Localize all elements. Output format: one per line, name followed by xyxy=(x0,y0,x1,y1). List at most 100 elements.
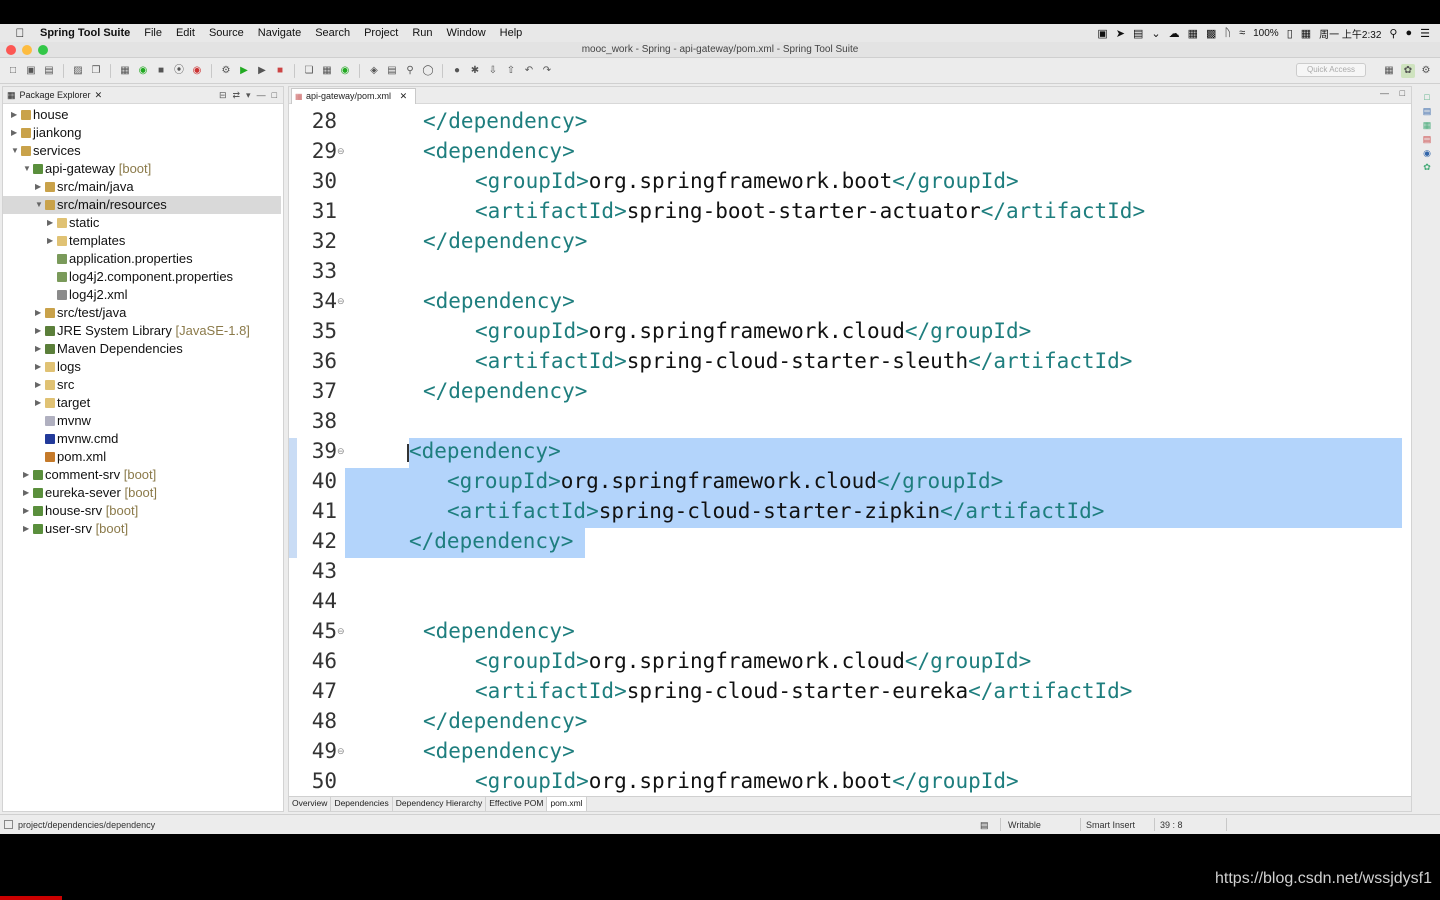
tree-item[interactable]: ▶ static xyxy=(3,214,281,232)
console-icon[interactable]: ▤ xyxy=(1422,106,1432,116)
tree-item[interactable]: log4j2.xml xyxy=(3,286,281,304)
bluetooth-icon[interactable]: ᚢ xyxy=(1224,27,1231,39)
open-folder-icon[interactable]: ▤ xyxy=(385,64,399,78)
tree-item[interactable]: ▶ eureka-sever [boot] xyxy=(3,484,281,502)
pom-page-tab[interactable]: Overview xyxy=(289,797,332,811)
tree-item[interactable]: ▶ src/test/java xyxy=(3,304,281,322)
tree-item[interactable]: ▶ templates xyxy=(3,232,281,250)
run-icon[interactable]: ▶ xyxy=(237,64,251,78)
save-all-icon[interactable]: ▤ xyxy=(42,64,56,78)
collapse-all-icon[interactable]: ⊟ xyxy=(219,90,227,101)
tree-item[interactable]: pom.xml xyxy=(3,448,281,466)
collapsed-arrow-icon[interactable]: ▶ xyxy=(23,484,31,502)
collapsed-arrow-icon[interactable]: ▶ xyxy=(35,322,43,340)
tree-item[interactable]: ▶ JRE System Library [JavaSE-1.8] xyxy=(3,322,281,340)
collapsed-arrow-icon[interactable]: ▶ xyxy=(47,232,55,250)
tree-item[interactable]: ▶ user-srv [boot] xyxy=(3,520,281,538)
print-icon[interactable]: ▨ xyxy=(71,64,85,78)
debug-icon[interactable]: ⚙ xyxy=(219,64,233,78)
tree-item[interactable]: ▶ house xyxy=(3,106,281,124)
pom-page-tab[interactable]: Effective POM xyxy=(486,797,548,811)
input-method-icon[interactable]: ▦ xyxy=(1301,27,1311,40)
fold-toggle-icon[interactable]: ⊖ xyxy=(337,286,347,316)
tree-item[interactable]: log4j2.component.properties xyxy=(3,268,281,286)
minimize-view-icon[interactable]: — xyxy=(257,90,266,101)
copy-icon[interactable]: ❐ xyxy=(89,64,103,78)
skip-breakpoints-icon[interactable]: ⦿ xyxy=(172,64,186,78)
menu-help[interactable]: Help xyxy=(493,27,530,39)
collapsed-arrow-icon[interactable]: ▶ xyxy=(47,214,55,232)
collapsed-arrow-icon[interactable]: ▶ xyxy=(35,376,43,394)
close-tab-icon[interactable]: ✕ xyxy=(400,91,408,101)
tree-item[interactable]: ▶ comment-srv [boot] xyxy=(3,466,281,484)
open-perspective-icon[interactable]: ▦ xyxy=(1382,64,1396,78)
grid-icon[interactable]: ▩ xyxy=(1206,27,1216,40)
spring-explorer-icon[interactable]: ✿ xyxy=(1422,162,1432,172)
open-type-icon[interactable]: ◈ xyxy=(367,64,381,78)
fold-toggle-icon[interactable]: ⊖ xyxy=(337,136,347,166)
collapsed-arrow-icon[interactable]: ▶ xyxy=(11,124,19,142)
stop-icon[interactable]: ■ xyxy=(273,64,287,78)
menubar-clock[interactable]: 周一 上午2:32 xyxy=(1319,26,1381,41)
problems-icon[interactable]: ▦ xyxy=(1422,120,1432,130)
search-icon[interactable]: ⚲ xyxy=(403,64,417,78)
collapsed-arrow-icon[interactable]: ▶ xyxy=(35,394,43,412)
tree-item[interactable]: ▶ src/main/java xyxy=(3,178,281,196)
link-with-editor-icon[interactable]: ⇄ xyxy=(232,90,240,101)
tree-item[interactable]: ▶ jiankong xyxy=(3,124,281,142)
globe-icon[interactable]: ● xyxy=(450,64,464,78)
chevron-icon[interactable]: ⌄ xyxy=(1151,27,1160,40)
run-external-icon[interactable]: ▶ xyxy=(255,64,269,78)
fold-toggle-icon[interactable]: ⊖ xyxy=(337,616,347,646)
quick-access-input[interactable]: Quick Access xyxy=(1296,63,1366,77)
fold-toggle-icon[interactable]: ⊖ xyxy=(337,736,347,766)
tree-item[interactable]: mvnw xyxy=(3,412,281,430)
windows-icon[interactable]: ▦ xyxy=(1188,27,1198,40)
pom-page-tab[interactable]: Dependencies xyxy=(331,797,393,811)
wifi-icon[interactable]: ≈ xyxy=(1239,27,1245,39)
menu-file[interactable]: File xyxy=(137,27,169,39)
menu-edit[interactable]: Edit xyxy=(169,27,202,39)
tree-item[interactable]: ▼ services xyxy=(3,142,281,160)
new-icon[interactable]: □ xyxy=(6,64,20,78)
spring-perspective-icon[interactable]: ✿ xyxy=(1401,64,1415,78)
tasks-icon[interactable]: ▤ xyxy=(1422,134,1432,144)
menu-run[interactable]: Run xyxy=(405,27,439,39)
menu-navigate[interactable]: Navigate xyxy=(251,27,308,39)
next-annotation-icon[interactable]: ⇩ xyxy=(486,64,500,78)
link-icon[interactable]: ◯ xyxy=(421,64,435,78)
minimize-editor-icon[interactable]: — xyxy=(1380,88,1389,98)
collapsed-arrow-icon[interactable]: ▶ xyxy=(23,502,31,520)
menu-project[interactable]: Project xyxy=(357,27,405,39)
collapsed-arrow-icon[interactable]: ▶ xyxy=(23,520,31,538)
tree-item[interactable]: ▼ api-gateway [boot] xyxy=(3,160,281,178)
collapsed-arrow-icon[interactable]: ▶ xyxy=(23,466,31,484)
tree-item[interactable]: ▼ src/main/resources xyxy=(3,196,281,214)
battery-icon[interactable]: ▯ xyxy=(1287,27,1293,40)
expanded-arrow-icon[interactable]: ▼ xyxy=(11,142,19,160)
terminal-icon[interactable]: ▦ xyxy=(118,64,132,78)
browser-icon[interactable]: ◉ xyxy=(190,64,204,78)
new-project-icon[interactable]: ❏ xyxy=(302,64,316,78)
tree-item[interactable]: ▶ Maven Dependencies xyxy=(3,340,281,358)
clipboard-icon[interactable]: ▤ xyxy=(1133,27,1143,40)
editor-tab-pom[interactable]: ▦ api-gateway/pom.xml ✕ xyxy=(291,88,417,104)
tree-item[interactable]: ▶ logs xyxy=(3,358,281,376)
restore-icon[interactable]: □ xyxy=(1422,92,1432,102)
collapsed-arrow-icon[interactable]: ▶ xyxy=(35,304,43,322)
menu-source[interactable]: Source xyxy=(202,27,251,39)
pom-page-tab[interactable]: Dependency Hierarchy xyxy=(393,797,487,811)
tree-item[interactable]: ▶ house-srv [boot] xyxy=(3,502,281,520)
send-icon[interactable]: ➤ xyxy=(1116,27,1125,40)
debug-perspective-icon[interactable]: ⚙ xyxy=(1419,64,1433,78)
expanded-arrow-icon[interactable]: ▼ xyxy=(35,196,43,214)
pom-page-tab[interactable]: pom.xml xyxy=(547,797,587,811)
collapsed-arrow-icon[interactable]: ▶ xyxy=(35,178,43,196)
collapsed-arrow-icon[interactable]: ▶ xyxy=(35,358,43,376)
fold-toggle-icon[interactable]: ⊖ xyxy=(337,436,347,466)
menu-app-name[interactable]: Spring Tool Suite xyxy=(40,27,137,39)
collapsed-arrow-icon[interactable]: ▶ xyxy=(35,340,43,358)
new-package-icon[interactable]: ▦ xyxy=(320,64,334,78)
siri-icon[interactable]: ● xyxy=(1405,27,1412,39)
code-editor[interactable]: 28 </dependency> 29 ⊖ <dependency> 30 <groupId… xyxy=(289,104,1411,796)
